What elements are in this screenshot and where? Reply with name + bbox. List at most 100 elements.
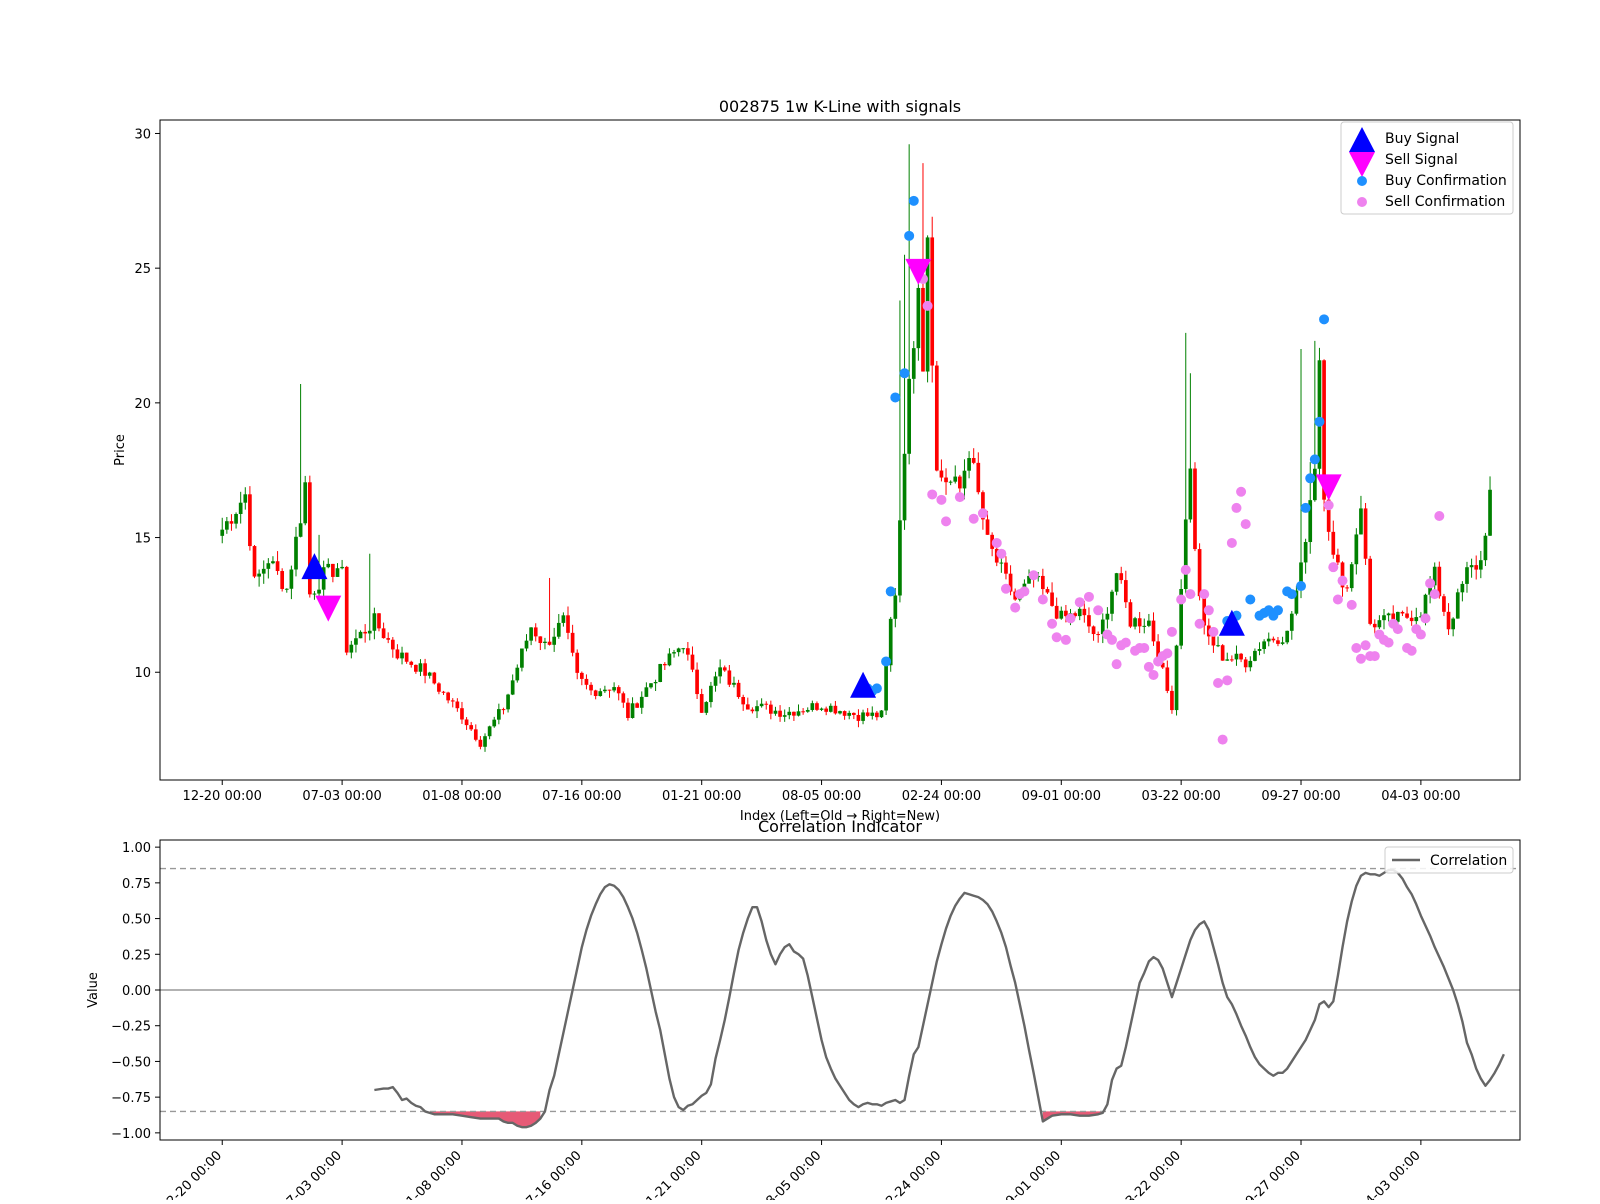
candle-body xyxy=(1239,653,1243,660)
sell-confirmation-point xyxy=(968,513,979,524)
kline-x-tick-label: 01-21 00:00 xyxy=(662,789,741,804)
candle-body xyxy=(1091,626,1096,635)
candle-body xyxy=(450,700,455,702)
candle-body xyxy=(630,703,635,718)
candle-body xyxy=(958,476,962,489)
candle-body xyxy=(1368,558,1373,624)
candle-body xyxy=(570,632,575,653)
candle-body xyxy=(1465,567,1469,584)
candle-body xyxy=(298,523,303,537)
candle-body xyxy=(326,563,331,568)
kline-y-tick-label: 10 xyxy=(134,666,151,681)
candle-body xyxy=(1220,645,1225,661)
candle-body xyxy=(261,568,266,574)
candle-body xyxy=(796,711,801,716)
candle-body xyxy=(1469,565,1474,568)
candle-body xyxy=(552,636,557,645)
candle-body xyxy=(851,712,856,715)
candle-body xyxy=(727,670,732,685)
sell-confirmation-point xyxy=(1415,629,1426,640)
kline-y-tick-label: 30 xyxy=(134,127,151,142)
candle-body xyxy=(635,703,639,708)
candle-body xyxy=(879,710,884,718)
sell-confirmation-point xyxy=(1203,605,1214,616)
sell-confirmation-point xyxy=(1051,632,1062,643)
candle-body xyxy=(985,519,990,535)
sell-confirmation-point xyxy=(927,489,938,500)
candle-body xyxy=(275,561,280,572)
candle-body xyxy=(1234,653,1239,660)
candle-body xyxy=(1225,659,1230,661)
sell-confirmation-point xyxy=(1351,643,1362,653)
sell-confirmation-point xyxy=(1028,570,1039,581)
candle-body xyxy=(944,477,948,483)
candle-body xyxy=(662,663,667,666)
candle-body xyxy=(303,482,308,524)
candle-body xyxy=(1045,589,1050,593)
candle-body xyxy=(639,696,644,708)
kline-y-tick-label: 25 xyxy=(134,262,151,277)
kline-x-tick-label: 02-24 00:00 xyxy=(902,789,981,804)
candle-body xyxy=(704,702,709,713)
candle-body xyxy=(1059,610,1064,619)
candle-body xyxy=(432,672,437,684)
sell-confirmation-point xyxy=(1392,624,1403,635)
sell-confirmation-point xyxy=(1185,589,1196,600)
candle-body xyxy=(1313,468,1317,501)
candle-body xyxy=(778,710,782,717)
sell-confirmation-point xyxy=(954,492,965,503)
buy-confirmation-point xyxy=(908,195,919,206)
sell-confirmation-point xyxy=(1019,586,1030,597)
legend-buy-signal: Buy Signal xyxy=(1385,131,1459,147)
kline-x-tick-label: 04-03 00:00 xyxy=(1381,789,1460,804)
candle-body xyxy=(473,729,478,740)
candle-body xyxy=(801,711,805,713)
candle-body xyxy=(870,712,875,716)
candle-body xyxy=(1276,640,1280,644)
candle-body xyxy=(953,476,958,482)
candle-body xyxy=(455,701,460,709)
kline-x-tick-label: 07-03 00:00 xyxy=(302,789,381,804)
correlation-y-tick-label: −0.50 xyxy=(111,1055,151,1070)
candle-body xyxy=(492,719,497,727)
candle-body xyxy=(745,704,750,710)
candle-body xyxy=(755,706,759,712)
candle-body xyxy=(686,648,690,655)
candle-body xyxy=(741,697,746,705)
buy-confirmation-point xyxy=(1305,473,1316,484)
candle-body xyxy=(819,708,824,710)
figure-canvas: 002875 1w K-Line with signals 10 15 20 25 30… xyxy=(0,0,1600,1204)
sell-confirmation-point xyxy=(1060,634,1071,645)
legend-correlation: Correlation xyxy=(1430,853,1507,869)
candle-body xyxy=(649,683,653,688)
candle-body xyxy=(1087,615,1091,627)
candle-body xyxy=(1119,573,1124,581)
candle-body xyxy=(1114,573,1119,592)
candle-body xyxy=(1446,611,1451,630)
candle-body xyxy=(833,705,838,714)
sell-confirmation-point xyxy=(1355,653,1366,664)
candle-body xyxy=(1423,594,1428,617)
candle-body xyxy=(962,470,967,489)
candle-body xyxy=(225,521,229,530)
candle-body xyxy=(792,711,796,716)
candle-body xyxy=(589,684,593,691)
candle-body xyxy=(280,571,285,589)
candle-body xyxy=(672,652,676,654)
candle-body xyxy=(598,691,603,697)
candle-body xyxy=(916,287,921,349)
candle-body xyxy=(1211,636,1216,646)
candle-body xyxy=(427,672,432,676)
candle-body xyxy=(1409,617,1414,622)
candle-body xyxy=(616,687,621,694)
candle-body xyxy=(842,711,847,716)
kline-x-tick-label: 08-05 00:00 xyxy=(782,789,861,804)
candle-body xyxy=(257,573,261,577)
buy-confirmation-point xyxy=(890,392,901,403)
candle-body xyxy=(271,561,275,564)
buy-confirmation-legend-icon xyxy=(1357,176,1367,186)
candle-body xyxy=(317,589,321,594)
candle-body xyxy=(561,615,566,623)
sell-confirmation-point xyxy=(1328,562,1339,573)
sell-confirmation-point xyxy=(977,508,988,519)
